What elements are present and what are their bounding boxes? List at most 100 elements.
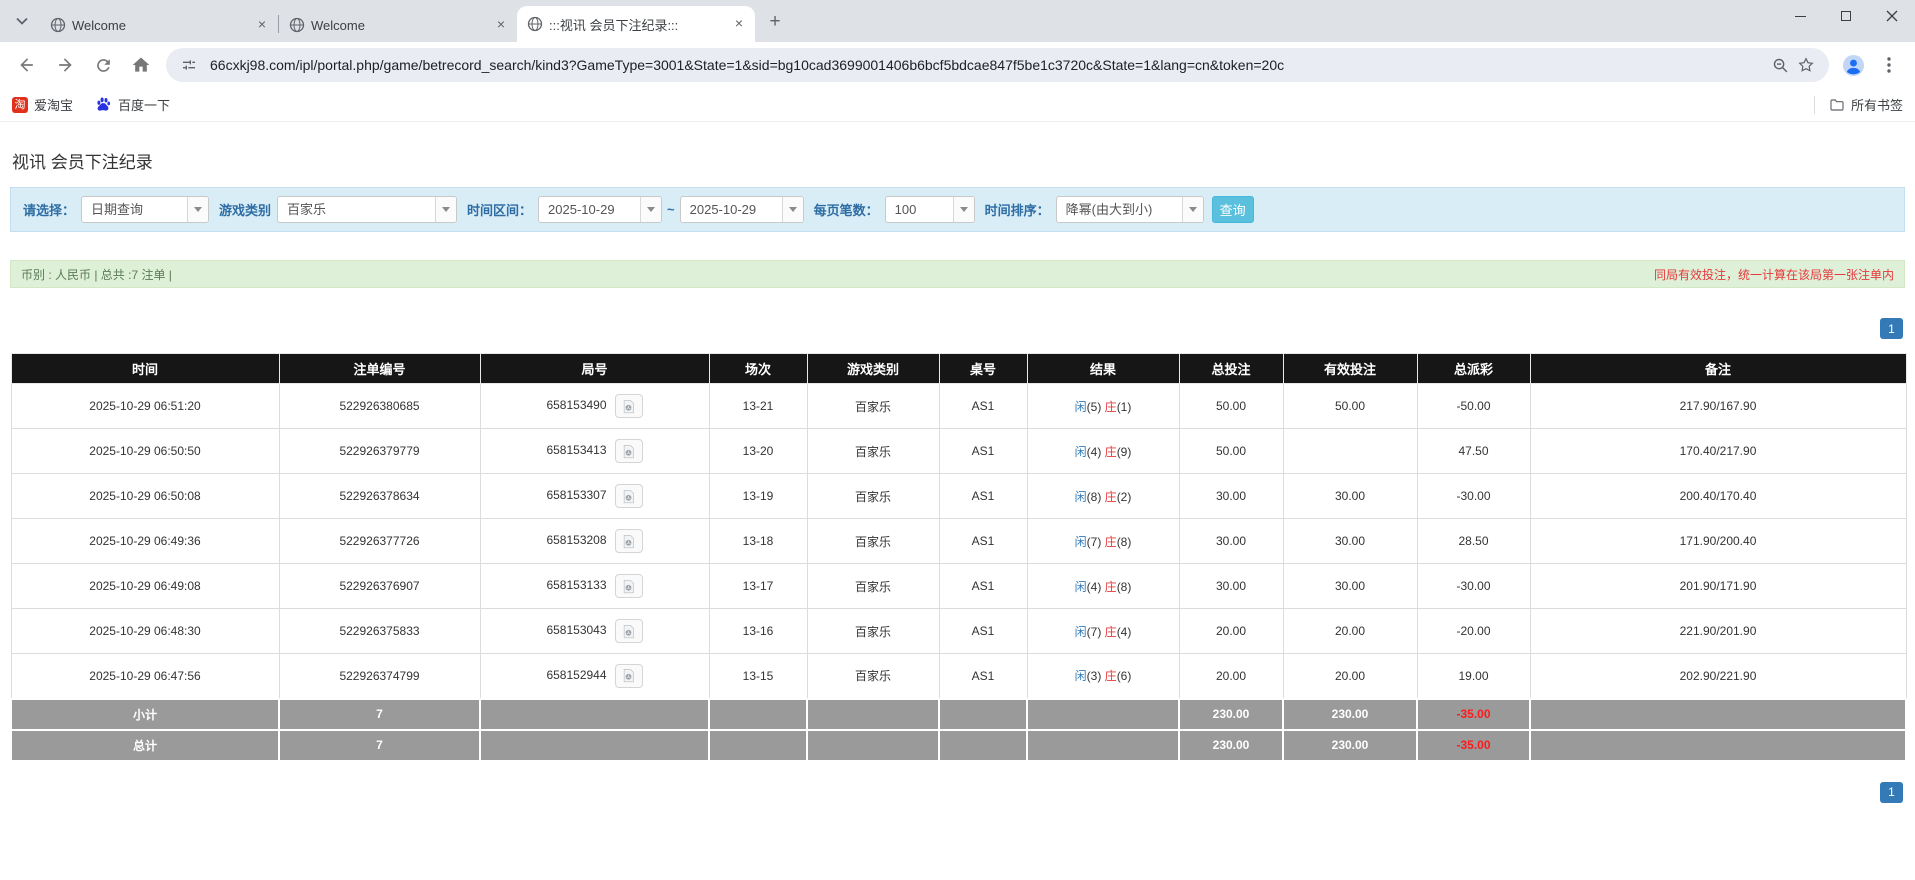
cell-total-bet: 50.00 — [1178, 428, 1284, 474]
page-number-button[interactable]: 1 — [1880, 781, 1903, 803]
video-replay-button[interactable] — [614, 529, 643, 553]
round-id-value: 658153043 — [546, 623, 607, 638]
page-size-label: 每页笔数： — [813, 203, 879, 218]
tab-welcome-1[interactable]: Welcome × — [40, 8, 278, 42]
video-replay-button[interactable] — [614, 484, 643, 508]
chevron-down-icon — [1181, 197, 1203, 222]
site-info-icon[interactable] — [176, 52, 202, 78]
maximize-button[interactable] — [1823, 0, 1869, 32]
cell-bet-id: 522926376907 — [278, 563, 481, 609]
column-header: 总投注 — [1178, 353, 1284, 384]
date-range-tilde: ~ — [667, 202, 675, 217]
sort-order-select[interactable]: 降幂(由大到小) — [1055, 196, 1204, 223]
forward-button[interactable] — [48, 48, 82, 82]
bookmarks-bar: 淘 爱淘宝 百度一下 所有书签 — [0, 88, 1915, 122]
cell-table-no: AS1 — [938, 428, 1028, 474]
video-replay-button[interactable] — [614, 439, 643, 463]
page-number-button[interactable]: 1 — [1880, 318, 1903, 339]
total-valid-bet: 230.00 — [1282, 728, 1418, 762]
forward-icon — [59, 58, 72, 72]
pagination-top: 1 — [12, 318, 1903, 339]
video-replay-button[interactable] — [614, 394, 643, 418]
tab-welcome-2[interactable]: Welcome × — [279, 8, 517, 42]
cell-result: 闲(3) 庄(6) — [1026, 653, 1180, 699]
folder-icon — [1830, 98, 1844, 111]
date-from-select[interactable]: 2025-10-29 — [538, 196, 663, 223]
chevron-down-icon — [781, 197, 803, 222]
currency-total-text: 币别 : 人民币 | 总共 :7 注单 | — [21, 267, 172, 282]
game-type-select[interactable]: 百家乐 — [277, 196, 458, 223]
game-type-label: 游戏类别 — [219, 203, 272, 218]
cell-game-type: 百家乐 — [806, 428, 940, 474]
cell-game-type: 百家乐 — [806, 518, 940, 564]
browser-menu-button[interactable] — [1873, 49, 1905, 81]
tab-bet-record-active[interactable]: :::视讯 会员下注纪录::: × — [517, 6, 755, 42]
cell-result: 闲(8) 庄(2) — [1026, 473, 1180, 519]
profile-avatar[interactable] — [1837, 49, 1869, 81]
person-icon — [1842, 54, 1864, 76]
total-payout: -35.00 — [1416, 728, 1531, 762]
video-replay-button[interactable] — [614, 663, 643, 688]
cell-bet-id: 522926375833 — [278, 608, 481, 654]
bookmark-taobao[interactable]: 淘 爱淘宝 — [12, 93, 73, 117]
cell-game-type: 百家乐 — [806, 563, 940, 609]
cell-result: 闲(4) 庄(9) — [1026, 428, 1180, 474]
cell-remark: 221.90/201.90 — [1529, 608, 1907, 654]
back-button[interactable] — [10, 48, 44, 82]
reload-button[interactable] — [86, 48, 120, 82]
new-tab-button[interactable]: + — [761, 8, 789, 36]
url-text[interactable]: 66cxkj98.com/ipl/portal.php/game/betreco… — [210, 57, 1759, 73]
bookmark-star-icon[interactable] — [1793, 52, 1819, 78]
column-header: 场次 — [708, 353, 808, 384]
subtotal-label: 小计 — [10, 697, 280, 731]
cell-table-no: AS1 — [938, 383, 1028, 429]
all-bookmarks-button[interactable]: 所有书签 — [1829, 95, 1903, 114]
reload-icon — [96, 58, 110, 72]
result-player: 闲 — [1074, 444, 1087, 459]
round-id-value: 658153133 — [546, 578, 607, 593]
cell-valid-bet: 30.00 — [1282, 563, 1418, 609]
cell-result: 闲(7) 庄(8) — [1026, 518, 1180, 564]
empty-cell — [708, 728, 808, 762]
close-window-button[interactable] — [1869, 0, 1915, 32]
column-header: 有效投注 — [1282, 353, 1418, 384]
result-banker: 庄 — [1104, 399, 1117, 414]
search-button[interactable]: 查询 — [1211, 196, 1254, 223]
cell-payout: -50.00 — [1416, 383, 1531, 429]
cell-remark: 201.90/171.90 — [1529, 563, 1907, 609]
subtotal-valid-bet: 230.00 — [1282, 697, 1418, 731]
column-header: 结果 — [1026, 353, 1180, 384]
page-content: 视讯 会员下注纪录 请选择： 日期查询 游戏类别 百家乐 时间区间： 2025-… — [0, 148, 1915, 803]
date-to-select[interactable]: 2025-10-29 — [679, 196, 804, 223]
table-row: 2025-10-29 06:50:50 522926379779 658153413… — [10, 428, 1907, 474]
minimize-button[interactable] — [1777, 0, 1823, 32]
close-tab-icon[interactable]: × — [731, 16, 747, 32]
table-header-row: 时间 注单编号 局号 场次 游戏类别 桌号 结果 总投注 有效投注 总派彩 备注 — [10, 353, 1907, 384]
tab-search-button[interactable] — [8, 7, 36, 35]
empty-cell — [938, 697, 1028, 731]
table-row: 2025-10-29 06:49:36 522926377726 658153208… — [10, 518, 1907, 564]
round-id-value: 658153208 — [546, 533, 607, 548]
close-tab-icon[interactable]: × — [254, 17, 270, 33]
address-bar[interactable]: 66cxkj98.com/ipl/portal.php/game/betreco… — [166, 48, 1829, 82]
video-replay-button[interactable] — [614, 574, 643, 598]
filter-bar: 请选择： 日期查询 游戏类别 百家乐 时间区间： 2025-10-29 ~ 20… — [10, 187, 1905, 232]
query-type-select[interactable]: 日期查询 — [81, 196, 210, 223]
table-row: 2025-10-29 06:49:08 522926376907 658153133… — [10, 563, 1907, 609]
cell-time: 2025-10-29 06:49:36 — [10, 518, 280, 564]
pagination-bottom: 1 — [12, 781, 1903, 803]
baidu-paw-icon — [97, 97, 111, 111]
video-replay-icon — [623, 534, 634, 548]
video-replay-icon — [623, 579, 634, 593]
bookmark-baidu[interactable]: 百度一下 — [95, 93, 170, 117]
close-tab-icon[interactable]: × — [493, 17, 509, 33]
zoom-out-icon[interactable] — [1767, 52, 1793, 78]
home-button[interactable] — [124, 48, 158, 82]
cell-remark: 171.90/200.40 — [1529, 518, 1907, 564]
page-size-select[interactable]: 100 — [884, 196, 975, 223]
page-size-value: 100 — [894, 202, 917, 217]
cell-session: 13-20 — [708, 428, 808, 474]
video-replay-button[interactable] — [614, 619, 643, 643]
sort-order-label: 时间排序： — [984, 203, 1050, 218]
cell-total-bet: 30.00 — [1178, 563, 1284, 609]
